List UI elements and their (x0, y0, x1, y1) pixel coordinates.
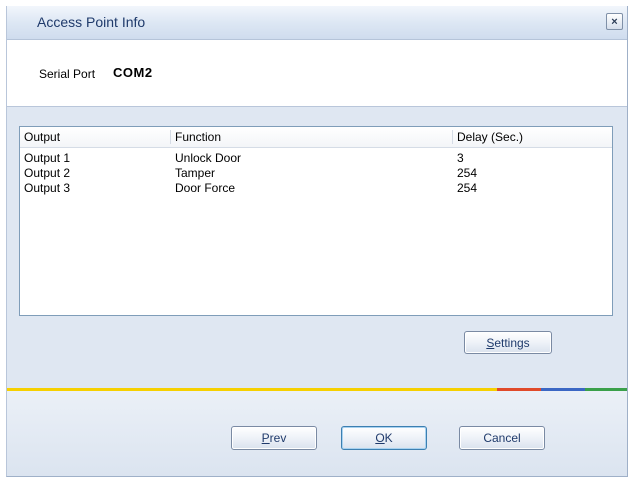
cell-function: Tamper (175, 166, 216, 180)
close-icon: × (611, 15, 618, 28)
prev-button[interactable]: Prev (231, 426, 317, 450)
ok-button[interactable]: OK (341, 426, 427, 450)
access-point-info-dialog: Access Point Info × Serial Port COM2 Out… (6, 6, 628, 477)
list-header: Output Function Delay (Sec.) (20, 127, 612, 148)
cell-delay: 3 (457, 151, 464, 165)
column-header-delay[interactable]: Delay (Sec.) (453, 127, 612, 147)
cell-output: Output 3 (24, 181, 71, 195)
title-bar: Access Point Info × (7, 6, 627, 40)
outputs-list[interactable]: Output Function Delay (Sec.) Output 1 Un… (19, 126, 613, 316)
cell-output: Output 2 (24, 166, 71, 180)
cell-output: Output 1 (24, 151, 71, 165)
settings-button-label: Settings (486, 335, 530, 350)
cancel-button[interactable]: Cancel (459, 426, 545, 450)
window-title: Access Point Info (37, 14, 146, 30)
settings-button[interactable]: Settings (464, 331, 552, 354)
cell-delay: 254 (457, 181, 478, 195)
ok-button-label: OK (375, 431, 393, 445)
cell-function: Door Force (175, 181, 236, 195)
cell-function: Unlock Door (175, 151, 242, 165)
column-header-output[interactable]: Output (20, 127, 170, 147)
cell-delay: 254 (457, 166, 478, 180)
serial-port-value: COM2 (113, 65, 153, 80)
close-button[interactable]: × (606, 13, 623, 30)
header-panel: Serial Port COM2 (7, 40, 627, 107)
prev-button-label: Prev (261, 431, 287, 445)
column-header-function[interactable]: Function (171, 127, 453, 147)
button-footer: Prev OK Cancel (7, 391, 627, 476)
table-row[interactable]: Output 2 Tamper 254 (20, 166, 612, 181)
table-row[interactable]: Output 3 Door Force 254 (20, 181, 612, 196)
table-row[interactable]: Output 1 Unlock Door 3 (20, 151, 612, 166)
cancel-button-label: Cancel (483, 431, 521, 445)
serial-port-label: Serial Port (39, 67, 96, 81)
